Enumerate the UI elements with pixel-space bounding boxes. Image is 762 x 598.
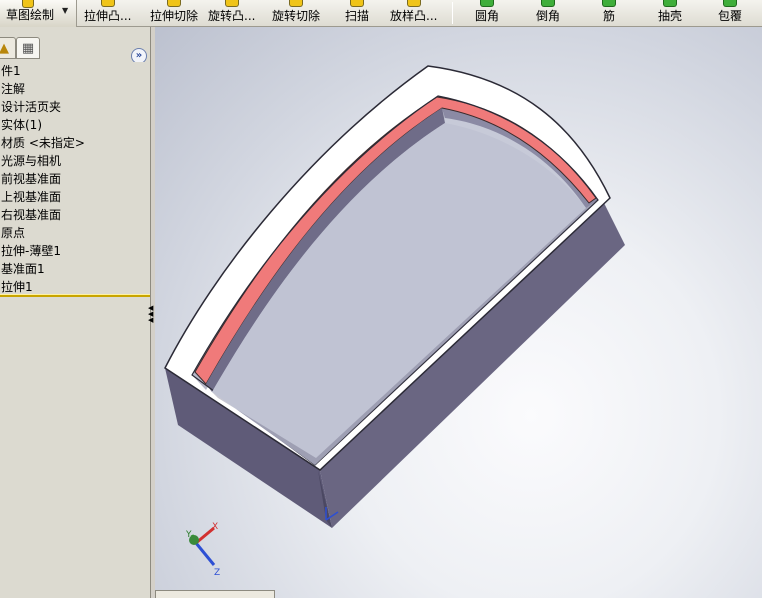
- revolved-cut-icon: [289, 0, 303, 7]
- tree-item-top-plane[interactable]: 上视基准面: [0, 188, 150, 206]
- panel-tabs: ▲ ▦ »: [0, 35, 151, 64]
- wrap-label: 包覆: [718, 9, 743, 23]
- tree-item-solid-bodies[interactable]: 实体(1): [0, 116, 150, 134]
- tree-item-label: 设计活页夹: [1, 100, 62, 114]
- loft-boss-icon: [406, 0, 421, 7]
- revolved-cut-label: 旋转切除: [272, 9, 321, 23]
- rib-icon: [602, 0, 616, 7]
- feature-manager-panel: ▲ ▦ » 件1 注解 设计活页夹 实体(1) 材质 <未指定> 光源与相机 前…: [0, 27, 154, 598]
- sweep-button[interactable]: 扫描: [345, 0, 369, 26]
- revolved-boss-label: 旋转凸...: [208, 9, 256, 23]
- loft-boss-label: 放样凸...: [390, 9, 438, 23]
- wrap-icon: [723, 0, 737, 7]
- triad-z-label: Z: [214, 568, 220, 578]
- 3d-model[interactable]: X Y Z: [155, 27, 762, 598]
- tab-property-manager[interactable]: ▦: [16, 37, 40, 59]
- fillet-label: 圆角: [475, 9, 500, 23]
- tree-item-label: 基准面1: [1, 262, 45, 276]
- tab-feature-manager[interactable]: ▲: [0, 37, 16, 59]
- tree-item-label: 前视基准面: [1, 172, 62, 186]
- rollback-bar[interactable]: [0, 294, 150, 297]
- extruded-boss-label: 拉伸凸...: [84, 9, 132, 23]
- rib-button[interactable]: 筋: [602, 0, 616, 26]
- extruded-cut-label: 拉伸切除: [150, 9, 199, 23]
- tree-item-design-binder[interactable]: 设计活页夹: [0, 98, 150, 116]
- tree-item-label: 右视基准面: [1, 208, 62, 222]
- coordinate-triad: X Y Z: [185, 522, 220, 578]
- revolved-boss-button[interactable]: 旋转凸...: [208, 0, 255, 26]
- revolved-cut-button[interactable]: 旋转切除: [272, 0, 320, 26]
- tree-item-origin[interactable]: 原点: [0, 224, 150, 242]
- tree-item-annotations[interactable]: 注解: [0, 80, 150, 98]
- property-manager-icon: ▦: [21, 40, 35, 56]
- extruded-cut-icon: [167, 0, 181, 7]
- chevron-down-icon[interactable]: ▼: [62, 6, 68, 15]
- tree-item-label: 拉伸1: [1, 280, 33, 294]
- tree-item-part[interactable]: 件1: [0, 62, 150, 80]
- tree-item-front-plane[interactable]: 前视基准面: [0, 170, 150, 188]
- tree-item-label: 材质 <未指定>: [1, 136, 85, 150]
- shell-icon: [663, 0, 677, 7]
- toolbar-separator: [452, 2, 453, 24]
- chamfer-label: 倒角: [536, 9, 561, 23]
- rib-label: 筋: [602, 9, 615, 23]
- tree-item-label: 上视基准面: [1, 190, 62, 204]
- tree-item-material[interactable]: 材质 <未指定>: [0, 134, 150, 152]
- tree-item-label: 实体(1): [1, 118, 42, 132]
- sketch-label: 草图绘制: [6, 8, 55, 22]
- extruded-boss-button[interactable]: 拉伸凸...: [84, 0, 131, 26]
- wrap-button[interactable]: 包覆: [718, 0, 742, 26]
- revolved-boss-icon: [224, 0, 239, 7]
- sweep-icon: [350, 0, 364, 7]
- command-manager-toolbar: 草图绘制 ▼ 拉伸凸... 拉伸切除 旋转凸... 旋转切除 扫描 放样凸...…: [0, 0, 762, 27]
- extruded-boss-icon: [100, 0, 115, 7]
- view-tab[interactable]: [155, 590, 275, 598]
- tree-item-extrude-thin[interactable]: 拉伸-薄壁1: [0, 242, 150, 260]
- feature-tree: 件1 注解 设计活页夹 实体(1) 材质 <未指定> 光源与相机 前视基准面 上…: [0, 62, 150, 296]
- feature-tree-icon: ▲: [0, 40, 9, 56]
- tree-item-plane1[interactable]: 基准面1: [0, 260, 150, 278]
- chamfer-button[interactable]: 倒角: [536, 0, 560, 26]
- panel-splitter-handle[interactable]: ◀ ◀ ◀: [148, 305, 154, 324]
- shell-label: 抽壳: [658, 9, 683, 23]
- tree-item-label: 拉伸-薄壁1: [1, 244, 61, 258]
- tree-item-label: 注解: [1, 82, 26, 96]
- chamfer-icon: [541, 0, 555, 7]
- sweep-label: 扫描: [345, 9, 370, 23]
- tree-item-lights-cameras[interactable]: 光源与相机: [0, 152, 150, 170]
- sketch-button[interactable]: 草图绘制 ▼: [0, 0, 77, 27]
- extruded-cut-button[interactable]: 拉伸切除: [150, 0, 198, 26]
- triad-y-label: Y: [185, 530, 192, 540]
- shell-button[interactable]: 抽壳: [658, 0, 682, 26]
- tree-item-label: 原点: [1, 226, 26, 240]
- sketch-icon: [22, 0, 34, 8]
- fillet-button[interactable]: 圆角: [475, 0, 499, 26]
- tree-item-label: 光源与相机: [1, 154, 62, 168]
- fillet-icon: [480, 0, 494, 7]
- loft-boss-button[interactable]: 放样凸...: [390, 0, 437, 26]
- graphics-area[interactable]: X Y Z: [155, 27, 762, 598]
- tree-item-right-plane[interactable]: 右视基准面: [0, 206, 150, 224]
- triad-x-label: X: [212, 522, 218, 532]
- tree-item-label: 件1: [1, 64, 21, 78]
